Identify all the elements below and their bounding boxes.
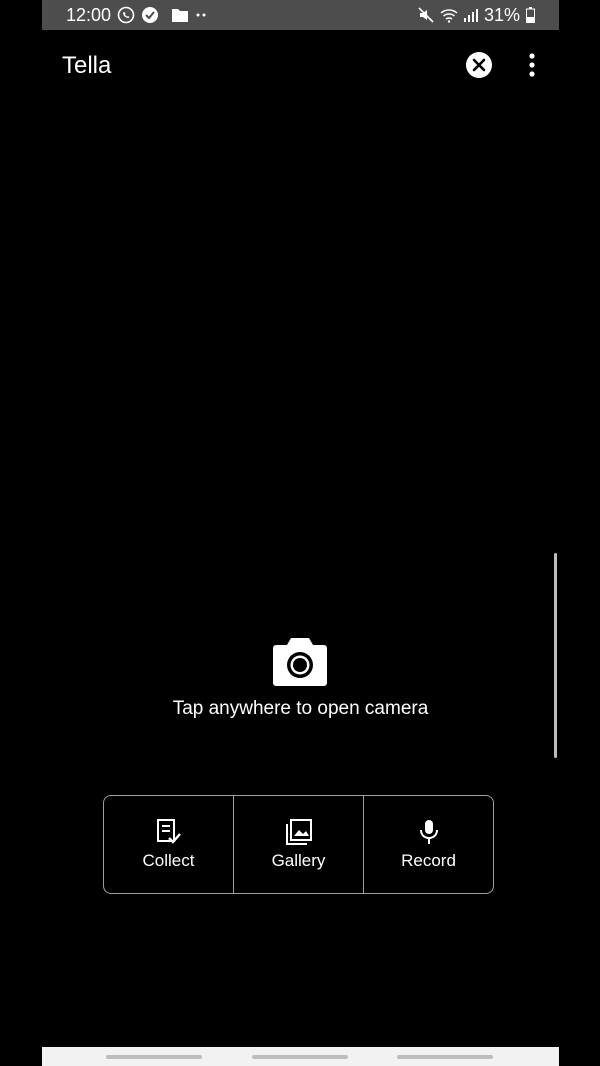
record-label: Record <box>401 850 456 870</box>
camera-tap-area[interactable]: Tap anywhere to open camera <box>42 0 559 780</box>
phone-screen: 12:00 31% Tella Tap anywhere to open cam… <box>42 0 559 1066</box>
gallery-button[interactable]: Gallery <box>233 796 363 893</box>
scroll-indicator[interactable] <box>554 553 557 758</box>
gallery-icon <box>285 818 312 845</box>
action-button-group: Collect Gallery Record <box>103 795 494 894</box>
camera-icon <box>273 636 327 686</box>
gallery-label: Gallery <box>271 850 326 870</box>
microphone-icon <box>419 819 438 844</box>
nav-home-button[interactable] <box>252 1055 348 1059</box>
nav-recents-button[interactable] <box>106 1055 202 1059</box>
camera-hint-text: Tap anywhere to open camera <box>172 698 429 719</box>
collect-label: Collect <box>142 850 195 870</box>
system-nav-bar <box>42 1047 559 1066</box>
nav-back-button[interactable] <box>397 1055 493 1059</box>
record-button[interactable]: Record <box>363 796 493 893</box>
collect-button[interactable]: Collect <box>104 796 233 893</box>
clipboard-check-icon <box>156 818 181 844</box>
